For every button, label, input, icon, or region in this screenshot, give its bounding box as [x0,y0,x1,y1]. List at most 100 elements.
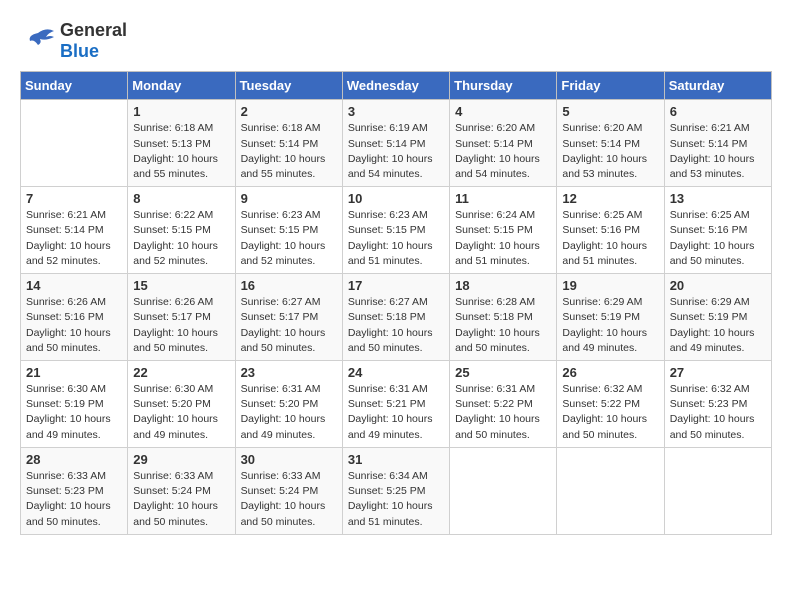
day-cell: 8Sunrise: 6:22 AMSunset: 5:15 PMDaylight… [128,187,235,274]
day-cell: 1Sunrise: 6:18 AMSunset: 5:13 PMDaylight… [128,100,235,187]
day-cell: 3 Sunrise: 6:19 AMSunset: 5:14 PMDaylight… [342,100,449,187]
day-info: Sunrise: 6:26 AMSunset: 5:16 PMDaylight:… [26,295,122,356]
day-info: Sunrise: 6:18 AMSunset: 5:14 PMDaylight:… [241,121,337,182]
day-number: 25 [455,365,551,380]
day-number: 6 [670,104,766,119]
day-number: 27 [670,365,766,380]
day-cell: 9 Sunrise: 6:23 AMSunset: 5:15 PMDaylight… [235,187,342,274]
day-number: 1 [133,104,229,119]
header-thursday: Thursday [450,72,557,100]
day-number: 31 [348,452,444,467]
day-cell [664,447,771,534]
day-info: Sunrise: 6:30 AMSunset: 5:19 PMDaylight:… [26,382,122,443]
day-number: 3 [348,104,444,119]
day-cell [450,447,557,534]
day-info: Sunrise: 6:33 AMSunset: 5:24 PMDaylight:… [241,469,337,530]
day-number: 28 [26,452,122,467]
day-cell: 16 Sunrise: 6:27 AMSunset: 5:17 PMDayligh… [235,274,342,361]
header-saturday: Saturday [664,72,771,100]
day-cell: 13 Sunrise: 6:25 AMSunset: 5:16 PMDayligh… [664,187,771,274]
day-number: 21 [26,365,122,380]
day-number: 19 [562,278,658,293]
header-friday: Friday [557,72,664,100]
header-sunday: Sunday [21,72,128,100]
day-info: Sunrise: 6:32 AMSunset: 5:22 PMDaylight:… [562,382,658,443]
day-number: 17 [348,278,444,293]
day-number: 24 [348,365,444,380]
page-header: General Blue [20,20,772,61]
day-info: Sunrise: 6:24 AMSunset: 5:15 PMDaylight:… [455,208,551,269]
day-cell [21,100,128,187]
day-number: 30 [241,452,337,467]
day-cell: 20Sunrise: 6:29 AMSunset: 5:19 PMDayligh… [664,274,771,361]
day-number: 26 [562,365,658,380]
day-cell: 14 Sunrise: 6:26 AMSunset: 5:16 PMDayligh… [21,274,128,361]
day-cell: 4Sunrise: 6:20 AMSunset: 5:14 PMDaylight… [450,100,557,187]
week-row-1: 1Sunrise: 6:18 AMSunset: 5:13 PMDaylight… [21,100,772,187]
day-cell: 7 Sunrise: 6:21 AMSunset: 5:14 PMDaylight… [21,187,128,274]
day-info: Sunrise: 6:28 AMSunset: 5:18 PMDaylight:… [455,295,551,356]
day-number: 12 [562,191,658,206]
day-info: Sunrise: 6:31 AMSunset: 5:20 PMDaylight:… [241,382,337,443]
logo: General Blue [20,20,127,61]
day-cell: 5 Sunrise: 6:20 AMSunset: 5:14 PMDaylight… [557,100,664,187]
logo-general-text: General [60,20,127,41]
day-number: 7 [26,191,122,206]
week-row-2: 7 Sunrise: 6:21 AMSunset: 5:14 PMDaylight… [21,187,772,274]
logo-bird-icon [20,23,56,59]
day-info: Sunrise: 6:21 AMSunset: 5:14 PMDaylight:… [670,121,766,182]
day-cell: 17 Sunrise: 6:27 AMSunset: 5:18 PMDayligh… [342,274,449,361]
day-number: 29 [133,452,229,467]
day-info: Sunrise: 6:27 AMSunset: 5:17 PMDaylight:… [241,295,337,356]
day-cell: 12 Sunrise: 6:25 AMSunset: 5:16 PMDayligh… [557,187,664,274]
week-row-5: 28 Sunrise: 6:33 AMSunset: 5:23 PMDayligh… [21,447,772,534]
day-cell: 23 Sunrise: 6:31 AMSunset: 5:20 PMDayligh… [235,361,342,448]
day-cell: 11 Sunrise: 6:24 AMSunset: 5:15 PMDayligh… [450,187,557,274]
day-number: 5 [562,104,658,119]
day-cell: 2Sunrise: 6:18 AMSunset: 5:14 PMDaylight… [235,100,342,187]
calendar-header-row: SundayMondayTuesdayWednesdayThursdayFrid… [21,72,772,100]
day-info: Sunrise: 6:20 AMSunset: 5:14 PMDaylight:… [562,121,658,182]
day-info: Sunrise: 6:29 AMSunset: 5:19 PMDaylight:… [562,295,658,356]
day-info: Sunrise: 6:31 AMSunset: 5:22 PMDaylight:… [455,382,551,443]
day-info: Sunrise: 6:21 AMSunset: 5:14 PMDaylight:… [26,208,122,269]
day-info: Sunrise: 6:32 AMSunset: 5:23 PMDaylight:… [670,382,766,443]
day-number: 13 [670,191,766,206]
day-info: Sunrise: 6:33 AMSunset: 5:23 PMDaylight:… [26,469,122,530]
day-info: Sunrise: 6:25 AMSunset: 5:16 PMDaylight:… [562,208,658,269]
day-number: 20 [670,278,766,293]
day-number: 4 [455,104,551,119]
day-info: Sunrise: 6:25 AMSunset: 5:16 PMDaylight:… [670,208,766,269]
day-cell [557,447,664,534]
day-info: Sunrise: 6:26 AMSunset: 5:17 PMDaylight:… [133,295,229,356]
day-number: 16 [241,278,337,293]
day-cell: 25 Sunrise: 6:31 AMSunset: 5:22 PMDayligh… [450,361,557,448]
day-info: Sunrise: 6:27 AMSunset: 5:18 PMDaylight:… [348,295,444,356]
day-number: 9 [241,191,337,206]
day-info: Sunrise: 6:23 AMSunset: 5:15 PMDaylight:… [241,208,337,269]
day-cell: 27 Sunrise: 6:32 AMSunset: 5:23 PMDayligh… [664,361,771,448]
week-row-4: 21 Sunrise: 6:30 AMSunset: 5:19 PMDayligh… [21,361,772,448]
header-wednesday: Wednesday [342,72,449,100]
day-info: Sunrise: 6:33 AMSunset: 5:24 PMDaylight:… [133,469,229,530]
day-number: 11 [455,191,551,206]
day-cell: 29 Sunrise: 6:33 AMSunset: 5:24 PMDayligh… [128,447,235,534]
header-monday: Monday [128,72,235,100]
day-cell: 18Sunrise: 6:28 AMSunset: 5:18 PMDayligh… [450,274,557,361]
day-number: 14 [26,278,122,293]
day-info: Sunrise: 6:34 AMSunset: 5:25 PMDaylight:… [348,469,444,530]
day-cell: 15Sunrise: 6:26 AMSunset: 5:17 PMDayligh… [128,274,235,361]
day-number: 10 [348,191,444,206]
day-cell: 6 Sunrise: 6:21 AMSunset: 5:14 PMDaylight… [664,100,771,187]
day-cell: 28 Sunrise: 6:33 AMSunset: 5:23 PMDayligh… [21,447,128,534]
day-info: Sunrise: 6:30 AMSunset: 5:20 PMDaylight:… [133,382,229,443]
header-tuesday: Tuesday [235,72,342,100]
day-cell: 24Sunrise: 6:31 AMSunset: 5:21 PMDayligh… [342,361,449,448]
day-info: Sunrise: 6:19 AMSunset: 5:14 PMDaylight:… [348,121,444,182]
day-number: 23 [241,365,337,380]
day-cell: 26 Sunrise: 6:32 AMSunset: 5:22 PMDayligh… [557,361,664,448]
day-cell: 19 Sunrise: 6:29 AMSunset: 5:19 PMDayligh… [557,274,664,361]
day-cell: 31 Sunrise: 6:34 AMSunset: 5:25 PMDayligh… [342,447,449,534]
day-number: 22 [133,365,229,380]
day-cell: 10Sunrise: 6:23 AMSunset: 5:15 PMDayligh… [342,187,449,274]
